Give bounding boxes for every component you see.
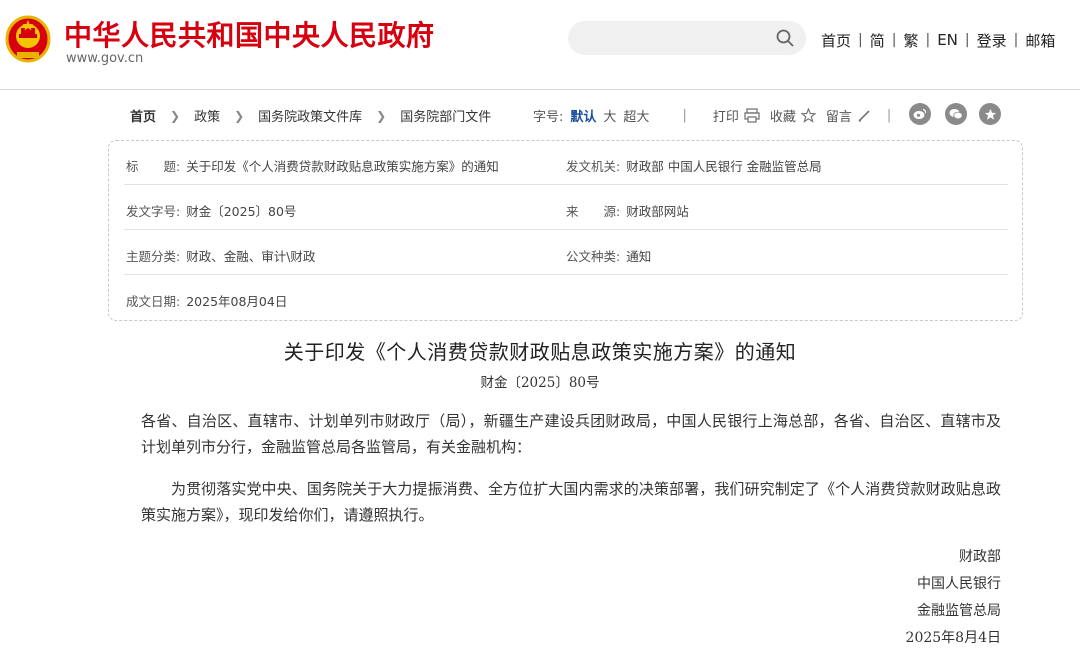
weibo-icon[interactable] <box>909 103 931 125</box>
font-size-label: 字号: <box>533 110 564 125</box>
nav-simplified[interactable]: 简 <box>863 30 892 51</box>
document-info-box: 标 题: 关于印发《个人消费贷款财政贴息政策实施方案》的通知 发文机关: 财政部 中… <box>108 140 1023 321</box>
info-value: 关于印发《个人消费贷款财政贴息政策实施方案》的通知 <box>186 159 499 174</box>
chevron-right-icon: ❯ <box>234 108 245 123</box>
info-row: 成文日期: 2025年08月04日 <box>124 276 1008 320</box>
info-label: 公文种类: <box>566 249 621 264</box>
font-size-large[interactable]: 大 <box>603 106 616 125</box>
info-label: 主题分类: <box>126 249 181 264</box>
search-icon[interactable] <box>776 29 794 47</box>
search-input[interactable] <box>568 21 806 55</box>
info-issuer: 发文机关: 财政部 中国人民银行 金融监管总局 <box>566 156 822 175</box>
info-title: 标 题: 关于印发《个人消费贷款财政贴息政策实施方案》的通知 <box>126 156 499 175</box>
info-value: 财政部网站 <box>626 204 689 219</box>
article-doc-number: 财金〔2025〕80号 <box>480 375 600 391</box>
top-nav: 首页 | 简 | 繁 | EN | 登录 | 邮箱 <box>814 30 1062 50</box>
info-value: 财政部 中国人民银行 金融监管总局 <box>626 159 822 174</box>
print-icon[interactable] <box>744 108 760 123</box>
signature-issuer: 财政部 <box>959 549 1001 565</box>
nav-english[interactable]: EN <box>930 31 965 49</box>
nav-traditional[interactable]: 繁 <box>896 30 925 51</box>
site-url[interactable]: www.gov.cn <box>66 51 143 66</box>
info-label: 来 源: <box>566 204 621 219</box>
signature-issuer: 中国人民银行 <box>917 576 1001 592</box>
national-emblem[interactable] <box>5 14 51 64</box>
breadcrumb-policy-library[interactable]: 国务院政策文件库 <box>258 106 362 125</box>
info-source: 来 源: 财政部网站 <box>566 201 689 220</box>
info-label: 发文字号: <box>126 204 181 219</box>
chevron-right-icon: ❯ <box>376 108 387 123</box>
article-paragraph: 为贯彻落实党中央、国务院关于大力提振消费、全方位扩大国内需求的决策部署，我们研究… <box>141 480 1001 524</box>
info-value: 财金〔2025〕80号 <box>186 204 297 219</box>
font-size-default[interactable]: 默认 <box>570 106 596 125</box>
info-date: 成文日期: 2025年08月04日 <box>126 291 287 310</box>
signature-issuer: 金融监管总局 <box>917 603 1001 619</box>
info-topic: 主题分类: 财政、金融、审计\财政 <box>126 246 315 265</box>
article-title: 关于印发《个人消费贷款财政贴息政策实施方案》的通知 <box>283 340 797 364</box>
toolbar-separator: | <box>682 108 687 123</box>
toolbar-separator: | <box>886 108 892 123</box>
article-paragraph: 各省、自治区、直辖市、计划单列市财政厅（局），新疆生产建设兵团财政局，中国人民银… <box>141 412 1001 456</box>
info-label: 成文日期: <box>126 294 181 309</box>
info-docno: 发文字号: 财金〔2025〕80号 <box>126 201 296 220</box>
info-value: 通知 <box>626 249 652 264</box>
print-button[interactable]: 打印 <box>713 106 739 125</box>
nav-login[interactable]: 登录 <box>970 30 1014 51</box>
chevron-right-icon: ❯ <box>170 108 181 123</box>
info-value: 财政、金融、审计\财政 <box>186 249 316 264</box>
breadcrumb-home[interactable]: 首页 <box>130 106 156 125</box>
nav-home[interactable]: 首页 <box>814 30 858 51</box>
wechat-icon[interactable] <box>945 103 967 125</box>
font-size-xlarge[interactable]: 超大 <box>623 106 649 125</box>
info-row: 发文字号: 财金〔2025〕80号 来 源: 财政部网站 <box>124 186 1008 230</box>
nav-mail[interactable]: 邮箱 <box>1018 30 1062 51</box>
signature-date: 2025年8月4日 <box>905 630 1001 646</box>
comment-button[interactable]: 留言 <box>826 106 852 125</box>
favorite-button[interactable]: 收藏 <box>770 106 796 125</box>
site-title[interactable]: 中华人民共和国中央人民政府 <box>64 14 435 54</box>
breadcrumb: 首页 ❯ 政策 ❯ 国务院政策文件库 ❯ 国务院部门文件 <box>130 106 491 126</box>
site-header: 中华人民共和国中央人民政府 www.gov.cn 首页 | 简 | 繁 | EN… <box>0 0 1080 90</box>
info-row: 标 题: 关于印发《个人消费贷款财政贴息政策实施方案》的通知 发文机关: 财政部 中… <box>124 141 1008 185</box>
article-toolbar: 字号: 默认 大 超大 | 打印 收藏 留言 | <box>533 106 891 125</box>
info-row: 主题分类: 财政、金融、审计\财政 公文种类: 通知 <box>124 231 1008 275</box>
pencil-icon[interactable] <box>857 109 871 123</box>
info-label: 发文机关: <box>566 159 621 174</box>
star-icon[interactable] <box>800 108 816 123</box>
info-type: 公文种类: 通知 <box>566 246 651 265</box>
breadcrumb-policy[interactable]: 政策 <box>194 106 220 125</box>
breadcrumb-dept-docs[interactable]: 国务院部门文件 <box>400 106 491 125</box>
favorite-star-icon[interactable] <box>979 103 1001 125</box>
info-label: 标 题: <box>126 159 181 174</box>
info-value: 2025年08月04日 <box>186 294 288 309</box>
